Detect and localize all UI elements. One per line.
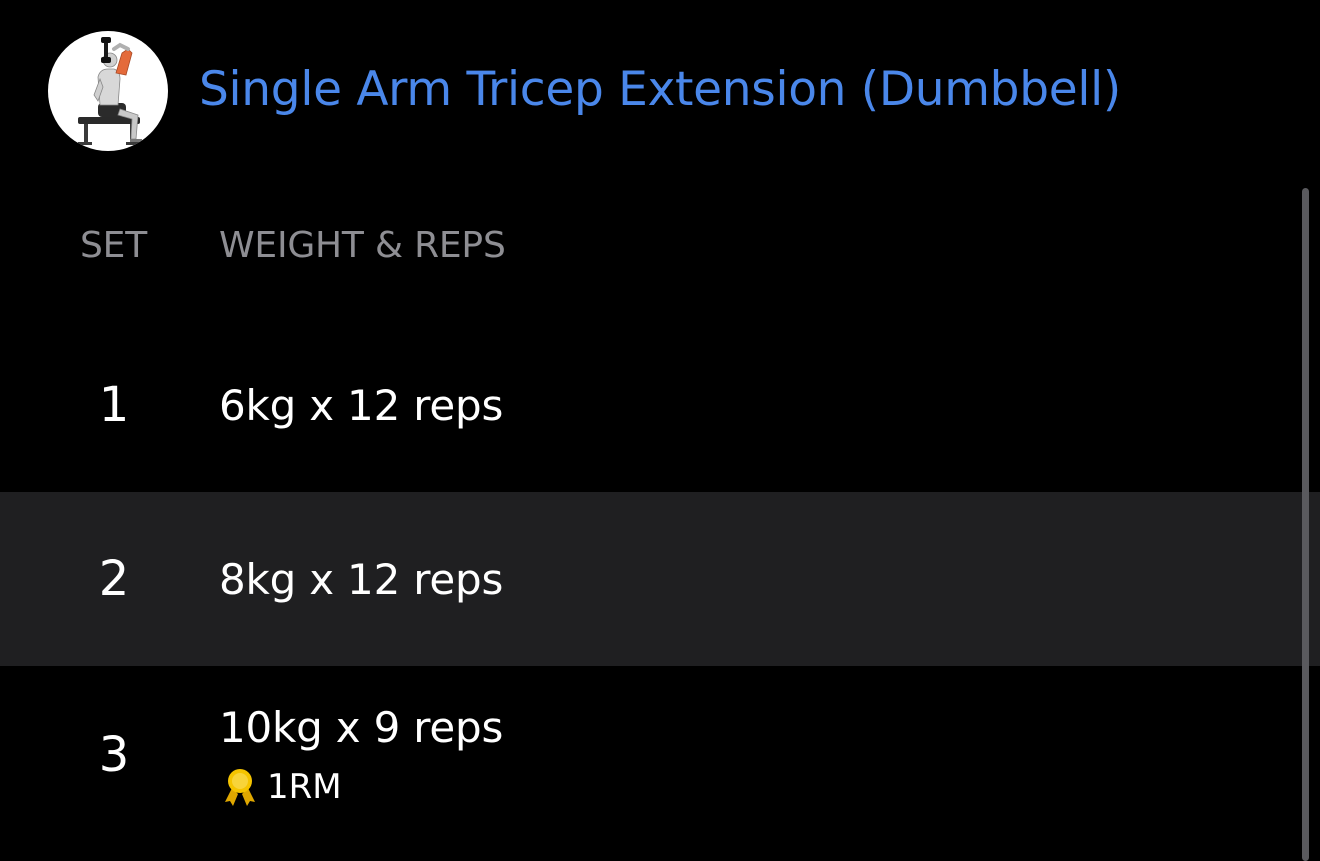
set-number: 1: [98, 377, 130, 433]
personal-record-label: 1RM: [267, 767, 342, 807]
personal-record-badge: 1RM: [219, 766, 342, 808]
scrollbar-thumb[interactable]: [1302, 188, 1309, 861]
set-weight-reps: 8kg x 12 reps: [219, 555, 504, 604]
medal-icon: [225, 769, 255, 806]
set-row[interactable]: 3 10kg x 9 reps 1RM: [0, 666, 1320, 861]
exercise-header: Single Arm Tricep Extension (Dumbbell): [0, 0, 1320, 180]
exercise-title[interactable]: Single Arm Tricep Extension (Dumbbell): [199, 62, 1121, 118]
set-row-highlighted[interactable]: 2 8kg x 12 reps: [0, 492, 1320, 666]
set-row[interactable]: 1 6kg x 12 reps: [0, 318, 1320, 492]
seated-tricep-extension-figure-icon: [78, 37, 142, 145]
column-header-weight-reps: WEIGHT & REPS: [219, 225, 506, 266]
column-header-set: SET: [80, 225, 147, 266]
set-weight-reps: 6kg x 12 reps: [219, 381, 504, 430]
set-number: 2: [98, 551, 130, 607]
set-weight-reps: 10kg x 9 reps: [219, 703, 504, 752]
exercise-thumbnail[interactable]: [48, 31, 168, 151]
set-number: 3: [98, 727, 130, 783]
scrollbar[interactable]: [1302, 188, 1309, 861]
